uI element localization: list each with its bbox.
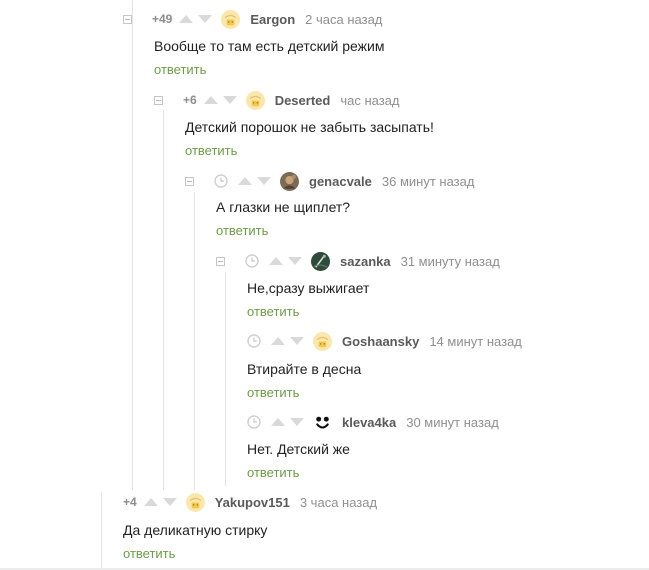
comment-time[interactable]: 30 минут назад — [406, 415, 499, 430]
default-user-avatar-icon[interactable] — [313, 332, 332, 351]
comment-text: Втирайте в десна — [247, 361, 362, 377]
comment-author[interactable]: Goshaansky — [342, 334, 419, 349]
default-user-avatar-icon[interactable] — [186, 493, 205, 512]
reply-link[interactable]: ответить — [123, 546, 175, 561]
reply-link[interactable]: ответить — [154, 62, 206, 77]
comment-time[interactable]: 3 часа назад — [300, 495, 377, 510]
clock-icon — [247, 334, 261, 348]
downvote-icon[interactable] — [162, 498, 177, 506]
upvote-icon[interactable] — [203, 96, 218, 104]
comment-header: +49 Eargon 2 часа назад — [123, 9, 382, 29]
vote-controls — [271, 337, 304, 345]
reply-link[interactable]: ответить — [185, 143, 237, 158]
collapse-thread-button[interactable] — [185, 176, 194, 186]
vote-controls — [269, 257, 302, 265]
collapse-thread-button[interactable] — [123, 14, 132, 24]
comment-author[interactable]: Yakupov151 — [215, 495, 290, 510]
collapse-thread-button[interactable] — [216, 256, 225, 266]
downvote-icon[interactable] — [288, 257, 302, 265]
downvote-icon[interactable] — [257, 177, 271, 185]
comment-text: Вообще то там есть детский режим — [154, 38, 385, 54]
downvote-icon[interactable] — [290, 337, 304, 345]
collapse-thread-button[interactable] — [154, 95, 163, 105]
comment-header: genacvale 36 минут назад — [185, 171, 474, 191]
upvote-icon[interactable] — [271, 337, 285, 345]
comment-time[interactable]: 36 минут назад — [382, 174, 475, 189]
vote-controls — [179, 15, 213, 23]
photo-avatar-icon[interactable] — [311, 251, 330, 271]
thread-line — [101, 492, 102, 568]
thread-line — [132, 0, 133, 490]
upvote-icon[interactable] — [143, 498, 158, 506]
comment-author[interactable]: Deserted — [275, 93, 331, 108]
reply-link[interactable]: ответить — [216, 223, 268, 238]
upvote-icon[interactable] — [271, 418, 285, 426]
comment-header: Goshaansky 14 минут назад — [247, 331, 522, 351]
comment-text: Да деликатную стирку — [123, 522, 268, 538]
upvote-icon[interactable] — [269, 257, 283, 265]
default-user-avatar-icon[interactable] — [246, 91, 265, 110]
vote-controls — [203, 96, 237, 104]
reply-link[interactable]: ответить — [247, 385, 299, 400]
comment-text: Не,сразу выжигает — [247, 280, 370, 296]
comment-author[interactable]: Eargon — [250, 12, 295, 27]
comment-time[interactable]: 2 часа назад — [305, 12, 382, 27]
comment-author[interactable]: sazanka — [340, 254, 391, 269]
downvote-icon[interactable] — [198, 15, 213, 23]
comment-rating: +4 — [123, 495, 137, 509]
default-user-avatar-icon[interactable] — [221, 10, 240, 29]
comment-time[interactable]: 31 минуту назад — [401, 254, 500, 269]
clock-icon — [247, 415, 261, 429]
comment-header: kleva4ka 30 минут назад — [247, 412, 499, 432]
clock-icon — [214, 174, 228, 188]
reply-link[interactable]: ответить — [247, 304, 299, 319]
photo-avatar-icon[interactable] — [280, 171, 299, 191]
downvote-icon[interactable] — [290, 418, 304, 426]
downvote-icon[interactable] — [222, 96, 237, 104]
upvote-icon[interactable] — [179, 15, 194, 23]
comment-author[interactable]: kleva4ka — [342, 415, 396, 430]
comment-rating: +6 — [183, 93, 197, 107]
reply-link[interactable]: ответить — [247, 465, 299, 480]
comment-author[interactable]: genacvale — [309, 174, 372, 189]
vote-controls — [238, 177, 271, 185]
thread-line — [225, 272, 226, 486]
comment-text: Детский порошок не забыть засыпать! — [185, 119, 434, 135]
comment-text: Нет. Детский же — [247, 441, 350, 457]
vote-controls — [271, 418, 304, 426]
comment-time[interactable]: 14 минут назад — [429, 334, 522, 349]
comment-header: +4 Yakupov151 3 часа назад — [123, 492, 377, 512]
vote-controls — [143, 498, 177, 506]
upvote-icon[interactable] — [238, 177, 252, 185]
comment-time[interactable]: час назад — [340, 93, 399, 108]
smiley-avatar-icon[interactable] — [313, 412, 332, 432]
comment-text: А глазки не щиплет? — [216, 199, 351, 215]
comment-header: sazanka 31 минуту назад — [216, 251, 500, 271]
thread-line — [194, 192, 195, 490]
thread-line — [163, 110, 164, 490]
clock-icon — [245, 254, 259, 268]
comment-header: +6 Deserted час назад — [154, 90, 399, 110]
comment-rating: +49 — [152, 12, 173, 26]
